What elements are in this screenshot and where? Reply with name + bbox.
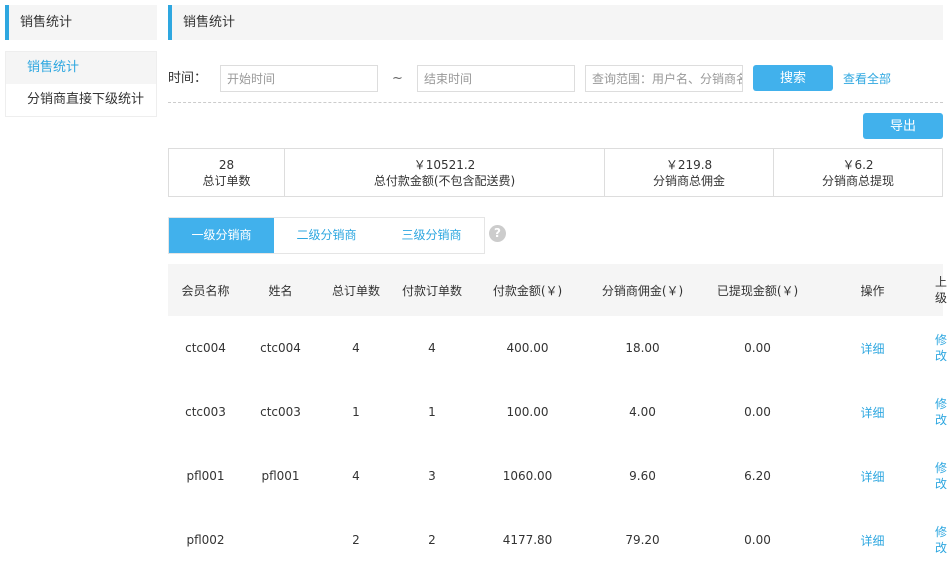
cell-paid-amount: 400.00 xyxy=(506,341,549,355)
stat-value: ￥10521.2 xyxy=(413,157,476,172)
stat-value: 28 xyxy=(218,157,235,172)
edit-parent-link[interactable]: 修改 xyxy=(935,525,947,555)
table-row: ctc003 ctc003 1 1 100.00 4.00 0.00 详细 修改 xyxy=(168,380,947,444)
col-parent: 上级 xyxy=(935,275,948,305)
cell-name xyxy=(243,508,318,570)
cell-member: ctc004 xyxy=(185,341,226,355)
stat-label: 总付款金额(不包含配送费) xyxy=(373,173,516,188)
view-all-link[interactable]: 查看全部 xyxy=(843,65,891,93)
stat-total-withdrawal: ￥6.2 分销商总提现 xyxy=(774,149,942,196)
cell-commission: 4.00 xyxy=(629,405,656,419)
cell-paid-amount: 4177.80 xyxy=(502,533,553,547)
export-row: 导出 xyxy=(168,103,943,141)
main-content: 销售统计 时间： ~ 搜索 查看全部 导出 28 总订单数 ￥10521.2 总… xyxy=(168,5,948,570)
table-header-row: 会员名称 姓名 总订单数 付款订单数 付款金额(￥) 分销商佣金(￥) 已提现金… xyxy=(168,264,948,316)
tab-level-2[interactable]: 二级分销商 xyxy=(274,218,379,253)
detail-link[interactable]: 详细 xyxy=(860,406,884,420)
stat-total-commission: ￥219.8 分销商总佣金 xyxy=(605,149,774,196)
col-action: 操作 xyxy=(860,283,885,298)
tab-bar: 一级分销商 二级分销商 三级分销商 ? xyxy=(168,217,943,254)
stat-label: 分销商总佣金 xyxy=(652,173,725,188)
stat-label: 分销商总提现 xyxy=(821,173,894,188)
search-range-input[interactable] xyxy=(585,65,743,92)
tab-level-3[interactable]: 三级分销商 xyxy=(379,218,484,253)
cell-paid-amount: 100.00 xyxy=(506,405,549,419)
col-commission: 分销商佣金(￥) xyxy=(601,283,684,298)
edit-parent-link[interactable]: 修改 xyxy=(935,461,947,491)
sidebar-item-distributor-subordinates[interactable]: 分销商直接下级统计 xyxy=(6,84,156,116)
help-icon[interactable]: ? xyxy=(489,225,506,242)
sidebar-title: 销售统计 xyxy=(5,5,157,40)
cell-name: pfl001 xyxy=(261,469,300,483)
edit-parent-link[interactable]: 修改 xyxy=(935,397,947,427)
search-bar: 时间： ~ 搜索 查看全部 xyxy=(168,65,943,93)
cell-withdrawn: 0.00 xyxy=(744,341,771,355)
edit-parent-link[interactable]: 修改 xyxy=(935,333,947,363)
cell-name: ctc003 xyxy=(260,405,301,419)
level-tabs: 一级分销商 二级分销商 三级分销商 xyxy=(168,217,485,254)
cell-paid-orders: 4 xyxy=(428,341,436,355)
cell-total-orders: 4 xyxy=(352,469,360,483)
range-separator: ~ xyxy=(392,71,403,86)
export-button[interactable]: 导出 xyxy=(863,113,943,139)
cell-withdrawn: 6.20 xyxy=(744,469,771,483)
table-row: pfl002 2 2 4177.80 79.20 0.00 详细 修改 xyxy=(168,508,947,570)
cell-withdrawn: 0.00 xyxy=(744,533,771,547)
cell-total-orders: 4 xyxy=(352,341,360,355)
sidebar-nav: 销售统计 分销商直接下级统计 xyxy=(5,51,157,117)
col-paid-orders: 付款订单数 xyxy=(401,283,462,298)
stat-total-orders: 28 总订单数 xyxy=(169,149,285,196)
detail-link[interactable]: 详细 xyxy=(860,534,884,548)
time-label: 时间： xyxy=(168,71,208,86)
table-row: ctc004 ctc004 4 4 400.00 18.00 0.00 详细 修… xyxy=(168,316,947,380)
sidebar-item-sales-stats[interactable]: 销售统计 xyxy=(6,52,156,84)
cell-paid-orders: 3 xyxy=(428,469,436,483)
cell-paid-amount: 1060.00 xyxy=(502,469,553,483)
stat-value: ￥6.2 xyxy=(842,157,874,172)
cell-total-orders: 2 xyxy=(352,533,360,547)
stat-label: 总订单数 xyxy=(202,173,251,188)
sidebar: 销售统计 销售统计 分销商直接下级统计 xyxy=(5,5,157,117)
search-button[interactable]: 搜索 xyxy=(753,65,833,91)
col-paid-amount: 付款金额(￥) xyxy=(492,283,563,298)
cell-commission: 9.60 xyxy=(629,469,656,483)
col-name: 姓名 xyxy=(268,283,293,298)
cell-total-orders: 1 xyxy=(352,405,360,419)
detail-link[interactable]: 详细 xyxy=(860,342,884,356)
cell-member: ctc003 xyxy=(185,405,226,419)
cell-name: ctc004 xyxy=(260,341,301,355)
cell-member: pfl002 xyxy=(186,533,225,547)
cell-paid-orders: 1 xyxy=(428,405,436,419)
summary-stats: 28 总订单数 ￥10521.2 总付款金额(不包含配送费) ￥219.8 分销… xyxy=(168,148,943,197)
col-withdrawn: 已提现金额(￥) xyxy=(716,283,799,298)
cell-withdrawn: 0.00 xyxy=(744,405,771,419)
tab-level-1[interactable]: 一级分销商 xyxy=(169,218,274,253)
cell-commission: 79.20 xyxy=(625,533,660,547)
detail-link[interactable]: 详细 xyxy=(860,470,884,484)
col-member-name: 会员名称 xyxy=(181,283,230,298)
end-time-input[interactable] xyxy=(417,65,575,92)
table-row: pfl001 pfl001 4 3 1060.00 9.60 6.20 详细 修… xyxy=(168,444,947,508)
page-title: 销售统计 xyxy=(168,5,943,40)
col-total-orders: 总订单数 xyxy=(331,283,380,298)
cell-paid-orders: 2 xyxy=(428,533,436,547)
stat-total-payment: ￥10521.2 总付款金额(不包含配送费) xyxy=(285,149,605,196)
distributor-table: 会员名称 姓名 总订单数 付款订单数 付款金额(￥) 分销商佣金(￥) 已提现金… xyxy=(168,264,948,570)
stat-value: ￥219.8 xyxy=(665,157,713,172)
cell-commission: 18.00 xyxy=(625,341,660,355)
cell-member: pfl001 xyxy=(186,469,225,483)
start-time-input[interactable] xyxy=(220,65,378,92)
